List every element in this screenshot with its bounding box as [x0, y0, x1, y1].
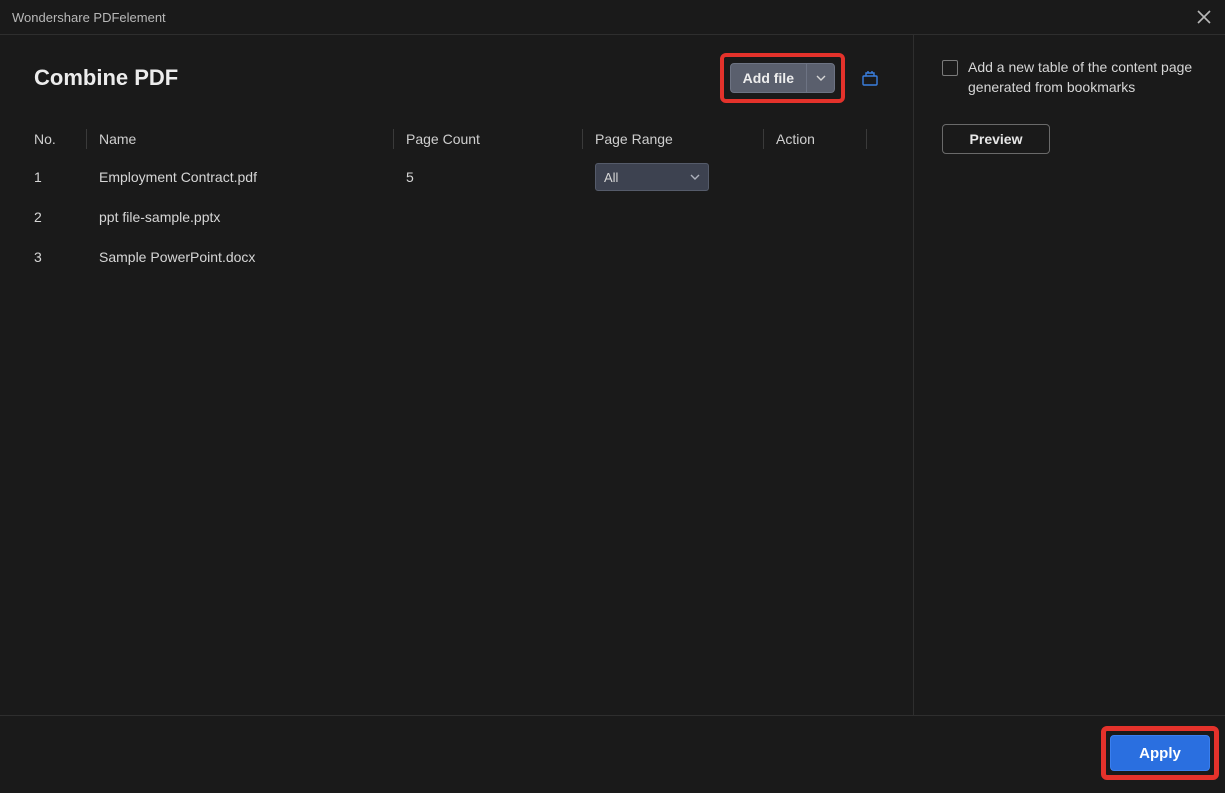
toc-checkbox-label: Add a new table of the content page gene…: [968, 57, 1197, 98]
col-header-name: Name: [99, 131, 393, 147]
preview-button[interactable]: Preview: [942, 124, 1050, 154]
cell-name: Sample PowerPoint.docx: [99, 249, 406, 265]
app-title: Wondershare PDFelement: [12, 10, 166, 25]
footer: Apply: [0, 715, 1225, 793]
table-row[interactable]: 2 ppt file-sample.pptx: [0, 197, 913, 237]
add-file-button[interactable]: Add file: [730, 63, 835, 93]
titlebar: Wondershare PDFelement: [0, 0, 1225, 35]
close-icon: [1197, 10, 1211, 24]
cell-no: 2: [34, 209, 99, 225]
add-open-files-button[interactable]: [861, 69, 879, 87]
body: Combine PDF Add file: [0, 35, 1225, 715]
page-range-value: All: [604, 170, 618, 185]
col-header-action: Action: [776, 131, 866, 147]
close-button[interactable]: [1195, 8, 1213, 26]
add-file-label: Add file: [731, 70, 806, 86]
add-file-dropdown-toggle[interactable]: [806, 64, 834, 92]
apply-highlight: Apply: [1101, 726, 1219, 780]
cell-no: 1: [34, 169, 99, 185]
table-header: No. Name Page Count Page Range Action: [0, 121, 913, 157]
table-row[interactable]: 1 Employment Contract.pdf 5 All: [0, 157, 913, 197]
cell-name: ppt file-sample.pptx: [99, 209, 406, 225]
page-range-select[interactable]: All: [595, 163, 709, 191]
page-title: Combine PDF: [34, 65, 720, 91]
chevron-down-icon: [816, 75, 826, 81]
main-pane: Combine PDF Add file: [0, 35, 913, 715]
preview-label: Preview: [970, 131, 1023, 147]
basket-icon: [861, 69, 879, 87]
col-header-page-count: Page Count: [406, 131, 582, 147]
heading-row: Combine PDF Add file: [0, 53, 913, 121]
col-header-page-range: Page Range: [595, 131, 763, 147]
cell-no: 3: [34, 249, 99, 265]
col-header-no: No.: [34, 131, 86, 147]
cell-page-range: All: [595, 163, 763, 191]
add-file-highlight: Add file: [720, 53, 845, 103]
cell-page-count: 5: [406, 169, 595, 185]
chevron-down-icon: [690, 174, 700, 180]
apply-label: Apply: [1139, 745, 1181, 762]
cell-name: Employment Contract.pdf: [99, 169, 406, 185]
toc-option-row: Add a new table of the content page gene…: [942, 57, 1197, 98]
toc-checkbox[interactable]: [942, 60, 958, 76]
table-row[interactable]: 3 Sample PowerPoint.docx: [0, 237, 913, 277]
apply-button[interactable]: Apply: [1110, 735, 1210, 771]
side-pane: Add a new table of the content page gene…: [913, 35, 1225, 715]
